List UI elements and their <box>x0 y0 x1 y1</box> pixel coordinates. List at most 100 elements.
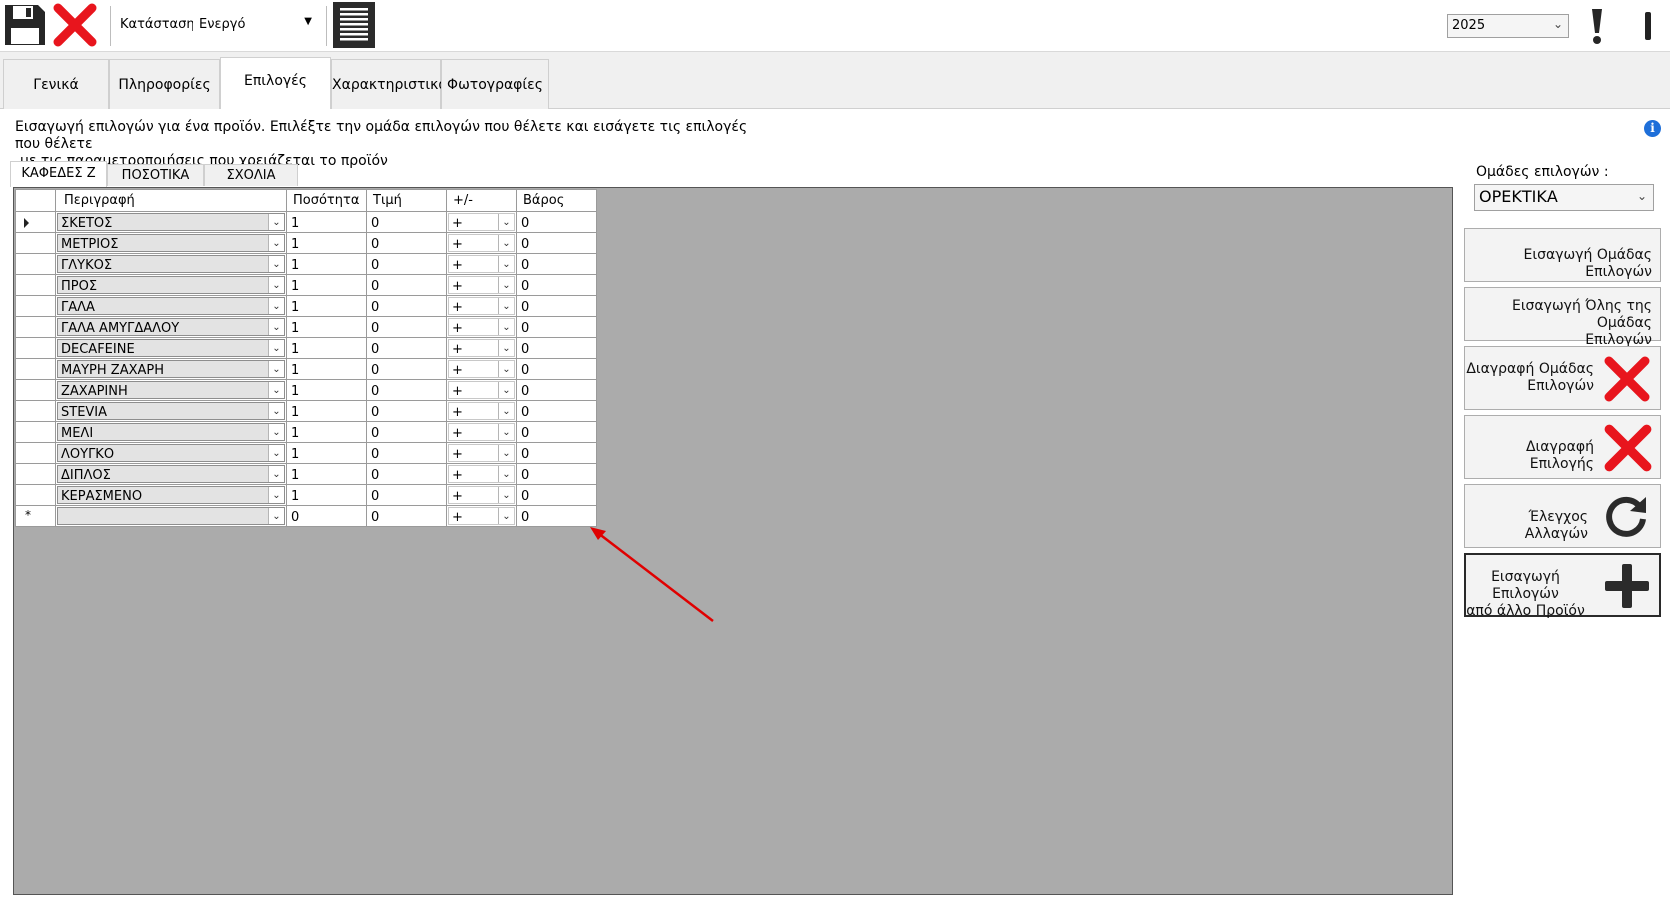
sign-combobox[interactable]: + ⌄ <box>448 444 515 462</box>
cell-weight[interactable]: 0 <box>516 484 597 506</box>
cell-price[interactable]: 0 <box>366 379 447 401</box>
description-combobox[interactable]: ΓΑΛΑ ⌄ <box>57 297 285 315</box>
grid-row[interactable]: ΓΑΛΑ ΑΜΥΓΔΑΛΟΥ ⌄ 1 0 + ⌄ 0 <box>15 316 597 338</box>
sign-combobox[interactable]: + ⌄ <box>448 507 515 525</box>
cell-description[interactable]: ΠΡΟΣ ⌄ <box>55 274 287 296</box>
chevron-down-icon[interactable]: ⌄ <box>268 487 284 503</box>
grid-row[interactable]: DECAFEINE ⌄ 1 0 + ⌄ 0 <box>15 337 597 359</box>
tab-info[interactable]: Πληροφορίες <box>109 59 220 109</box>
description-combobox[interactable]: ΔΙΠΛΟΣ ⌄ <box>57 465 285 483</box>
col-header-quantity[interactable]: Ποσότητα <box>286 189 367 212</box>
col-header-description[interactable]: Περιγραφή <box>55 189 287 212</box>
cell-description[interactable]: ΓΑΛΑ ΑΜΥΓΔΑΛΟΥ ⌄ <box>55 316 287 338</box>
cell-price[interactable]: 0 <box>366 274 447 296</box>
description-combobox[interactable]: ΓΛΥΚΟΣ ⌄ <box>57 255 285 273</box>
tab-photos[interactable]: Φωτογραφίες <box>441 59 549 109</box>
chevron-down-icon[interactable]: ⌄ <box>268 340 284 356</box>
chevron-down-icon[interactable]: ⌄ <box>498 298 514 314</box>
cell-weight[interactable]: 0 <box>516 505 597 527</box>
sign-combobox[interactable]: + ⌄ <box>448 213 515 231</box>
list-icon[interactable] <box>331 1 377 48</box>
check-changes-button[interactable]: Έλεγχος Αλλαγών <box>1464 484 1661 548</box>
row-header[interactable] <box>15 232 56 254</box>
row-header[interactable] <box>15 400 56 422</box>
row-header[interactable] <box>15 442 56 464</box>
grid-row[interactable]: ΠΡΟΣ ⌄ 1 0 + ⌄ 0 <box>15 274 597 296</box>
grid-row[interactable]: ΣΚΕΤΟΣ ⌄ 1 0 + ⌄ 0 <box>15 211 597 233</box>
subtab-kafedes[interactable]: ΚΑΦΕΔΕΣ Ζ <box>10 161 107 187</box>
cell-sign[interactable]: + ⌄ <box>446 505 517 527</box>
sign-combobox[interactable]: + ⌄ <box>448 297 515 315</box>
cell-quantity[interactable]: 1 <box>286 379 367 401</box>
cell-sign[interactable]: + ⌄ <box>446 295 517 317</box>
description-combobox[interactable]: ΚΕΡΑΣΜΕΝΟ ⌄ <box>57 486 285 504</box>
cell-sign[interactable]: + ⌄ <box>446 253 517 275</box>
row-header[interactable] <box>15 253 56 275</box>
chevron-down-icon[interactable]: ⌄ <box>268 361 284 377</box>
chevron-down-icon[interactable]: ⌄ <box>498 235 514 251</box>
cell-weight[interactable]: 0 <box>516 358 597 380</box>
cell-quantity[interactable]: 1 <box>286 463 367 485</box>
chevron-down-icon[interactable]: ⌄ <box>268 424 284 440</box>
cell-description[interactable]: ΖΑΧΑΡΙΝΗ ⌄ <box>55 379 287 401</box>
description-combobox[interactable]: ΜΕΤΡΙΟΣ ⌄ <box>57 234 285 252</box>
cell-sign[interactable]: + ⌄ <box>446 484 517 506</box>
info-icon[interactable]: i <box>1644 120 1661 137</box>
cell-description[interactable]: ΜΑΥΡΗ ΖΑΧΑΡΗ ⌄ <box>55 358 287 380</box>
cell-sign[interactable]: + ⌄ <box>446 463 517 485</box>
grid-new-row[interactable]: * ⌄ 0 0 + ⌄ 0 <box>15 505 597 527</box>
row-header[interactable] <box>15 274 56 296</box>
chevron-down-icon[interactable]: ⌄ <box>268 298 284 314</box>
chevron-down-icon[interactable]: ⌄ <box>268 214 284 230</box>
cell-price[interactable]: 0 <box>366 484 447 506</box>
row-header[interactable] <box>15 295 56 317</box>
cell-weight[interactable]: 0 <box>516 316 597 338</box>
cell-quantity[interactable]: 1 <box>286 253 367 275</box>
cell-quantity[interactable]: 0 <box>286 505 367 527</box>
cell-price[interactable]: 0 <box>366 358 447 380</box>
grid-row[interactable]: ΛΟΥΓΚΟ ⌄ 1 0 + ⌄ 0 <box>15 442 597 464</box>
description-combobox[interactable]: ΖΑΧΑΡΙΝΗ ⌄ <box>57 381 285 399</box>
sign-combobox[interactable]: + ⌄ <box>448 465 515 483</box>
cell-weight[interactable]: 0 <box>516 400 597 422</box>
sign-combobox[interactable]: + ⌄ <box>448 276 515 294</box>
description-combobox[interactable]: ΛΟΥΓΚΟ ⌄ <box>57 444 285 462</box>
grid-row[interactable]: ΓΑΛΑ ⌄ 1 0 + ⌄ 0 <box>15 295 597 317</box>
cell-weight[interactable]: 0 <box>516 337 597 359</box>
cell-weight[interactable]: 0 <box>516 274 597 296</box>
cell-description[interactable]: ΜΕΤΡΙΟΣ ⌄ <box>55 232 287 254</box>
chevron-down-icon[interactable]: ⌄ <box>268 277 284 293</box>
chevron-down-icon[interactable]: ⌄ <box>498 403 514 419</box>
add-option-group-button[interactable]: Εισαγωγή Ομάδας Επιλογών <box>1464 228 1661 282</box>
cell-weight[interactable]: 0 <box>516 463 597 485</box>
description-combobox[interactable]: ΜΑΥΡΗ ΖΑΧΑΡΗ ⌄ <box>57 360 285 378</box>
grid-row[interactable]: ΓΛΥΚΟΣ ⌄ 1 0 + ⌄ 0 <box>15 253 597 275</box>
row-header[interactable] <box>15 337 56 359</box>
cell-price[interactable]: 0 <box>366 253 447 275</box>
cell-quantity[interactable]: 1 <box>286 316 367 338</box>
description-combobox[interactable]: ΠΡΟΣ ⌄ <box>57 276 285 294</box>
cell-sign[interactable]: + ⌄ <box>446 232 517 254</box>
sign-combobox[interactable]: + ⌄ <box>448 423 515 441</box>
year-select[interactable]: 2025 ⌄ <box>1447 14 1569 38</box>
cell-description[interactable]: ΜΕΛΙ ⌄ <box>55 421 287 443</box>
grid-row[interactable]: STEVIA ⌄ 1 0 + ⌄ 0 <box>15 400 597 422</box>
cell-price[interactable]: 0 <box>366 463 447 485</box>
cell-price[interactable]: 0 <box>366 337 447 359</box>
cell-weight[interactable]: 0 <box>516 295 597 317</box>
cell-price[interactable]: 0 <box>366 211 447 233</box>
cell-price[interactable]: 0 <box>366 316 447 338</box>
sign-combobox[interactable]: + ⌄ <box>448 318 515 336</box>
cell-quantity[interactable]: 1 <box>286 400 367 422</box>
row-header[interactable] <box>15 316 56 338</box>
grid-row[interactable]: ΔΙΠΛΟΣ ⌄ 1 0 + ⌄ 0 <box>15 463 597 485</box>
cell-quantity[interactable]: 1 <box>286 295 367 317</box>
subtab-posotika[interactable]: ΠΟΣΟΤΙΚΑ <box>107 164 204 186</box>
cell-weight[interactable]: 0 <box>516 232 597 254</box>
cell-price[interactable]: 0 <box>366 442 447 464</box>
cell-weight[interactable]: 0 <box>516 253 597 275</box>
description-combobox[interactable]: ΓΑΛΑ ΑΜΥΓΔΑΛΟΥ ⌄ <box>57 318 285 336</box>
delete-option-group-button[interactable]: Διαγραφή Ομάδας Επιλογών <box>1464 346 1661 410</box>
sign-combobox[interactable]: + ⌄ <box>448 339 515 357</box>
sign-combobox[interactable]: + ⌄ <box>448 360 515 378</box>
